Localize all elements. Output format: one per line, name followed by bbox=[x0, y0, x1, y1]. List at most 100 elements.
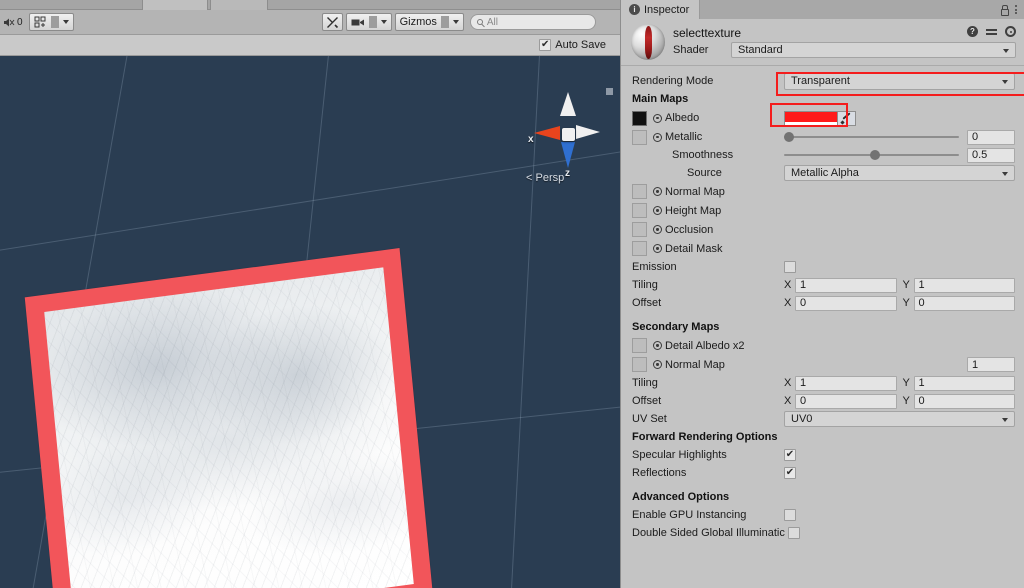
preset-icon[interactable] bbox=[986, 26, 997, 37]
scene-view-subbar: Auto Save bbox=[0, 35, 620, 56]
auto-save-toggle[interactable]: Auto Save bbox=[539, 39, 606, 51]
reflections-row: Reflections bbox=[621, 464, 1024, 482]
specular-highlights-checkbox[interactable] bbox=[784, 449, 796, 461]
scene-tools-button[interactable] bbox=[321, 13, 343, 31]
auto-save-checkbox[interactable] bbox=[539, 39, 552, 51]
main-offset-y-label: Y bbox=[902, 297, 910, 309]
metallic-slider-knob[interactable] bbox=[784, 132, 794, 142]
secondary-offset-x-input[interactable]: 0 bbox=[795, 393, 897, 409]
gizmo-center-cube[interactable] bbox=[562, 128, 575, 141]
gizmo-axis-x-negative[interactable] bbox=[534, 126, 560, 140]
secondary-tiling-y-input[interactable]: 1 bbox=[913, 375, 1015, 391]
detail-albedo-texture-slot[interactable] bbox=[632, 338, 647, 353]
scene-viewport[interactable]: x z < Persp bbox=[0, 56, 620, 588]
metallic-slider[interactable] bbox=[784, 130, 959, 144]
kebab-menu-icon[interactable] bbox=[1015, 5, 1017, 14]
normal-map-texture-slot[interactable] bbox=[632, 184, 647, 199]
emission-checkbox[interactable] bbox=[784, 261, 796, 273]
scene-camera-dropdown[interactable] bbox=[377, 14, 391, 30]
metallic-label: Metallic bbox=[665, 131, 703, 143]
lock-icon[interactable] bbox=[1000, 4, 1009, 16]
smoothness-value-field[interactable]: 0.5 bbox=[967, 147, 1015, 163]
gear-icon[interactable] bbox=[1005, 26, 1016, 37]
main-tiling-fields: X 1 Y 1 bbox=[784, 277, 1015, 293]
detail-mask-target-icon[interactable] bbox=[653, 244, 662, 253]
shader-dropdown[interactable]: Standard bbox=[731, 42, 1016, 58]
main-tiling-x-input[interactable]: 1 bbox=[795, 277, 897, 293]
scene-view-panel: 0 Gizmos All ✔ Auto Save x z < Persp bbox=[0, 10, 620, 588]
secondary-tiling-y-value: 1 bbox=[918, 377, 925, 389]
audio-mute-toggle[interactable]: 0 bbox=[0, 13, 26, 31]
scene-effects-button[interactable] bbox=[30, 14, 51, 30]
height-map-target-icon[interactable] bbox=[653, 206, 662, 215]
albedo-alpha-bar bbox=[785, 121, 837, 125]
detail-mask-row: Detail Mask bbox=[621, 239, 1024, 258]
albedo-texture-slot[interactable] bbox=[632, 110, 647, 126]
help-icon[interactable]: ? bbox=[967, 26, 978, 37]
uv-set-label: UV Set bbox=[632, 413, 667, 425]
main-tiling-row: Tiling X 1 Y 1 bbox=[621, 276, 1024, 294]
gizmo-axis-z-positive[interactable] bbox=[561, 142, 575, 168]
eyedropper-icon[interactable] bbox=[838, 110, 856, 126]
smoothness-slider[interactable] bbox=[784, 148, 959, 162]
main-offset-y-input[interactable]: 0 bbox=[913, 295, 1015, 311]
gizmo-axis-y-positive[interactable] bbox=[560, 92, 576, 116]
gizmos-group[interactable]: Gizmos bbox=[394, 13, 464, 31]
rendering-mode-label: Rendering Mode bbox=[632, 75, 714, 87]
scene-effects-group[interactable] bbox=[28, 13, 74, 31]
gizmo-axis-x-positive[interactable] bbox=[576, 125, 600, 139]
detail-mask-texture-slot[interactable] bbox=[632, 241, 647, 256]
normal-map-target-icon[interactable] bbox=[653, 187, 662, 196]
occlusion-target-icon[interactable] bbox=[653, 225, 662, 234]
metallic-value: 0 bbox=[972, 131, 979, 143]
secondary-offset-y-input[interactable]: 0 bbox=[913, 393, 1015, 409]
scene-object-quad[interactable] bbox=[24, 248, 434, 588]
uv-set-value: UV0 bbox=[791, 413, 813, 425]
main-offset-fields: X 0 Y 0 bbox=[784, 295, 1015, 311]
height-map-row: Height Map bbox=[621, 201, 1024, 220]
rendering-mode-dropdown[interactable]: Transparent bbox=[784, 72, 1015, 90]
secondary-normal-map-texture-slot[interactable] bbox=[632, 357, 647, 372]
gpu-instancing-checkbox[interactable] bbox=[784, 509, 796, 521]
albedo-target-icon[interactable] bbox=[653, 113, 662, 123]
occlusion-texture-slot[interactable] bbox=[632, 222, 647, 237]
secondary-tiling-x-input[interactable]: 1 bbox=[795, 375, 897, 391]
scene-search-input[interactable]: All bbox=[469, 14, 596, 30]
emission-row: Emission bbox=[621, 258, 1024, 276]
scene-camera-group[interactable] bbox=[345, 13, 392, 31]
tab-inspector[interactable]: i Inspector bbox=[621, 0, 701, 19]
albedo-color-swatch[interactable] bbox=[784, 110, 838, 126]
detail-albedo-target-icon[interactable] bbox=[653, 341, 662, 350]
gizmos-dropdown[interactable] bbox=[449, 14, 463, 30]
specular-highlights-label: Specular Highlights bbox=[632, 449, 727, 461]
gizmo-projection-label[interactable]: < Persp bbox=[526, 172, 564, 184]
source-dropdown[interactable]: Metallic Alpha bbox=[784, 165, 1015, 181]
metallic-target-icon[interactable] bbox=[653, 132, 662, 142]
smoothness-slider-knob[interactable] bbox=[869, 150, 880, 160]
smoothness-row: Smoothness 0.5 bbox=[621, 146, 1024, 164]
uv-set-row: UV Set UV0 bbox=[621, 410, 1024, 428]
secondary-tiling-label: Tiling bbox=[632, 377, 658, 389]
source-row: Source Metallic Alpha bbox=[621, 164, 1024, 182]
reflections-checkbox[interactable] bbox=[784, 467, 796, 479]
secondary-normal-map-target-icon[interactable] bbox=[653, 360, 662, 369]
double-sided-gi-checkbox[interactable] bbox=[788, 527, 800, 539]
normal-map-row: Normal Map bbox=[621, 182, 1024, 201]
gizmos-button[interactable]: Gizmos bbox=[396, 14, 441, 30]
uv-set-dropdown[interactable]: UV0 bbox=[784, 411, 1015, 427]
secondary-normal-map-value-field[interactable]: 1 bbox=[967, 357, 1015, 372]
scene-effects-dropdown[interactable] bbox=[59, 14, 73, 30]
height-map-texture-slot[interactable] bbox=[632, 203, 647, 218]
tab-inspector-label: Inspector bbox=[644, 3, 690, 16]
tools-wrench-icon bbox=[326, 16, 338, 28]
main-tiling-y-input[interactable]: 1 bbox=[913, 277, 1015, 293]
scene-orientation-gizmo[interactable]: x z < Persp bbox=[520, 86, 616, 196]
scene-camera-icon bbox=[351, 19, 364, 25]
metallic-value-field[interactable]: 0 bbox=[967, 129, 1015, 145]
specular-highlights-row: Specular Highlights bbox=[621, 446, 1024, 464]
main-offset-x-input[interactable]: 0 bbox=[795, 295, 897, 311]
metallic-texture-slot[interactable] bbox=[632, 129, 647, 145]
forward-rendering-header-row: Forward Rendering Options bbox=[621, 428, 1024, 446]
scene-camera-button[interactable] bbox=[347, 14, 369, 30]
divider bbox=[368, 16, 377, 28]
